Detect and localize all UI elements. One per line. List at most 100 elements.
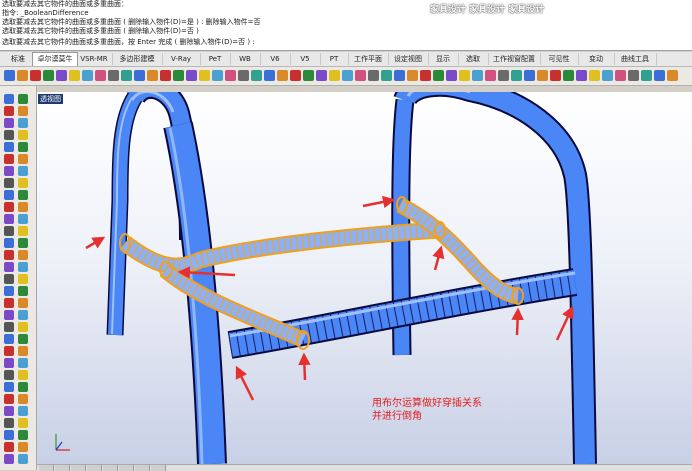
command-prompt[interactable]: 选取要减去其它物件的曲面或多重曲面，按 Enter 完成 ( 删除输入物件(D)… [2,38,255,47]
tool-icon[interactable] [4,298,14,308]
toolbar-tool-icon[interactable] [134,70,145,81]
toolbar-tool-icon[interactable] [667,70,678,81]
toolbar-tool-icon[interactable] [56,70,67,81]
viewport-tab[interactable] [151,465,166,471]
tool-icon[interactable] [18,226,28,236]
tool-icon[interactable] [4,322,14,332]
tool-icon[interactable] [4,238,14,248]
toolbar-tool-icon[interactable] [485,70,496,81]
toolbar-tool-icon[interactable] [43,70,54,81]
tool-icon[interactable] [18,310,28,320]
tool-icon[interactable] [18,94,28,104]
tool-icon[interactable] [4,226,14,236]
toolbar-tool-icon[interactable] [628,70,639,81]
tool-icon[interactable] [4,382,14,392]
tool-icon[interactable] [18,190,28,200]
tool-icon[interactable] [4,394,14,404]
toolbar-tool-icon[interactable] [550,70,561,81]
tool-icon[interactable] [4,442,14,452]
viewport-tab[interactable] [71,465,86,471]
toolbar-tool-icon[interactable] [615,70,626,81]
viewport-tab[interactable] [55,465,70,471]
viewport-tab[interactable] [135,465,150,471]
tool-icon[interactable] [4,418,14,428]
tool-icon[interactable] [4,310,14,320]
tool-icon[interactable] [4,202,14,212]
tab[interactable]: V6 [260,53,291,65]
toolbar-tool-icon[interactable] [498,70,509,81]
tab[interactable]: 多边形建模 [112,53,163,65]
tool-icon[interactable] [18,202,28,212]
toolbar-tool-icon[interactable] [225,70,236,81]
toolbar-tool-icon[interactable] [251,70,262,81]
tab[interactable]: V-Ray [162,53,201,65]
tool-icon[interactable] [4,370,14,380]
tab[interactable]: 变动 [578,53,615,65]
tool-icon[interactable] [4,190,14,200]
toolbar-tool-icon[interactable] [277,70,288,81]
tool-icon[interactable] [18,250,28,260]
tool-icon[interactable] [18,442,28,452]
tool-icon[interactable] [18,166,28,176]
tool-icon[interactable] [18,238,28,248]
tool-icon[interactable] [18,214,28,224]
toolbar-tool-icon[interactable] [368,70,379,81]
toolbar-tool-icon[interactable] [121,70,132,81]
toolbar-tool-icon[interactable] [186,70,197,81]
tool-icon[interactable] [18,418,28,428]
tab[interactable]: 卓尔谟莫牛 [32,52,78,66]
toolbar-tool-icon[interactable] [654,70,665,81]
toolbar-tool-icon[interactable] [329,70,340,81]
toolbar-tool-icon[interactable] [212,70,223,81]
tool-icon[interactable] [18,154,28,164]
tool-icon[interactable] [4,346,14,356]
toolbar-tool-icon[interactable] [108,70,119,81]
tool-icon[interactable] [4,406,14,416]
toolbar-tool-icon[interactable] [355,70,366,81]
tool-icon[interactable] [18,358,28,368]
toolbar-tool-icon[interactable] [82,70,93,81]
toolbar-tool-icon[interactable] [576,70,587,81]
toolbar-tool-icon[interactable] [290,70,301,81]
toolbar-tool-icon[interactable] [238,70,249,81]
toolbar-tool-icon[interactable] [446,70,457,81]
toolbar-tool-icon[interactable] [173,70,184,81]
toolbar-tool-icon[interactable] [95,70,106,81]
tool-icon[interactable] [4,262,14,272]
tool-icon[interactable] [18,286,28,296]
tab[interactable]: PeT [200,53,231,65]
toolbar-tool-icon[interactable] [641,70,652,81]
tool-icon[interactable] [18,322,28,332]
toolbar-tool-icon[interactable] [303,70,314,81]
toolbar-tool-icon[interactable] [433,70,444,81]
toolbar-tool-icon[interactable] [69,70,80,81]
toolbar-tool-icon[interactable] [589,70,600,81]
toolbar-tool-icon[interactable] [264,70,275,81]
toolbar-tool-icon[interactable] [147,70,158,81]
viewport-tab[interactable] [39,465,54,471]
tool-icon[interactable] [4,118,14,128]
toolbar-tool-icon[interactable] [511,70,522,81]
tab[interactable]: V5 [290,53,321,65]
tool-icon[interactable] [4,430,14,440]
toolbar-tool-icon[interactable] [459,70,470,81]
tool-icon[interactable] [4,334,14,344]
toolbar-tool-icon[interactable] [30,70,41,81]
tool-icon[interactable] [18,370,28,380]
toolbar-tool-icon[interactable] [394,70,405,81]
toolbar-tool-icon[interactable] [602,70,613,81]
viewport-tab[interactable] [87,465,102,471]
tool-icon[interactable] [4,286,14,296]
tab[interactable]: VSR-MR [76,53,113,65]
tool-icon[interactable] [18,142,28,152]
viewport-label[interactable]: 透视图 [38,94,63,104]
perspective-viewport[interactable] [37,92,692,464]
tool-icon[interactable] [4,142,14,152]
toolbar-tool-icon[interactable] [160,70,171,81]
tab[interactable]: PT [320,53,349,65]
tool-icon[interactable] [18,118,28,128]
toolbar-tool-icon[interactable] [199,70,210,81]
viewport-tab[interactable] [119,465,134,471]
tool-icon[interactable] [18,346,28,356]
tool-icon[interactable] [4,214,14,224]
